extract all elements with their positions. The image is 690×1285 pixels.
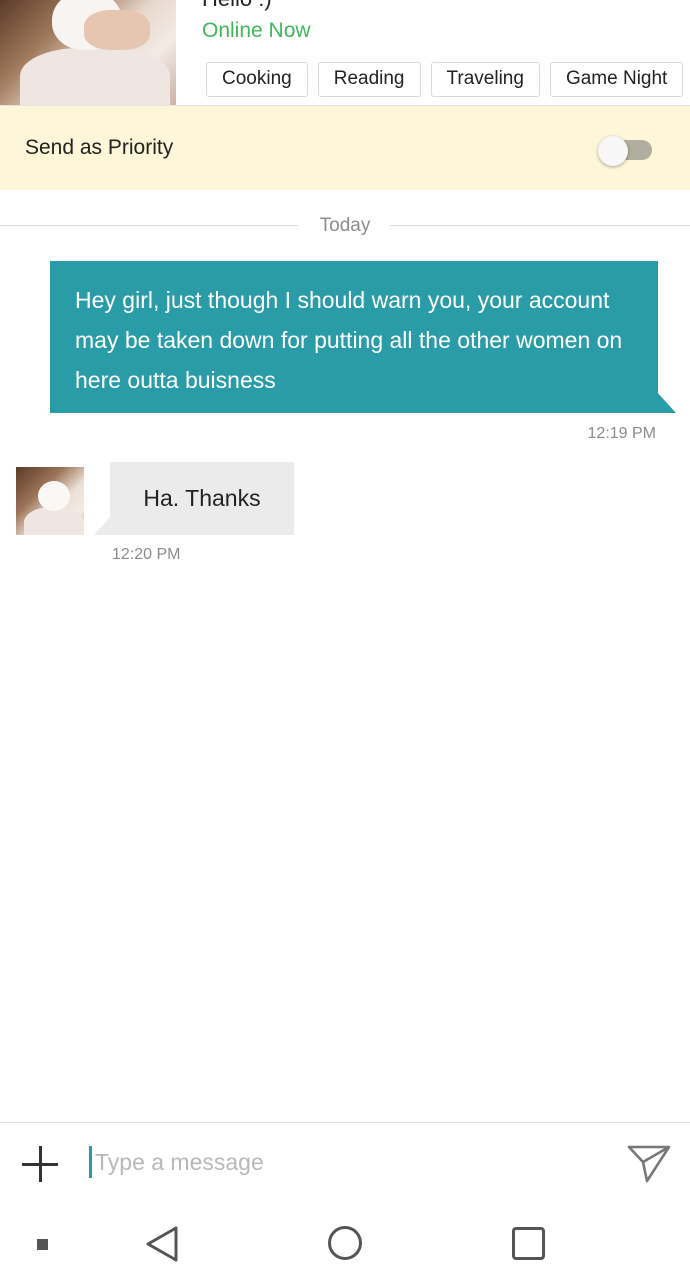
avatar[interactable] [16, 467, 84, 535]
divider-line-right [390, 225, 690, 226]
online-status: Online Now [202, 19, 311, 42]
interest-tags: Cooking Reading Traveling Game Night [206, 62, 684, 97]
message-timestamp: 12:20 PM [112, 546, 181, 563]
priority-toggle[interactable] [598, 136, 654, 166]
interest-tag: Traveling [430, 62, 540, 97]
date-divider: Today [319, 215, 371, 236]
plus-icon[interactable] [22, 1146, 58, 1182]
home-icon[interactable] [328, 1226, 362, 1260]
toggle-knob [598, 136, 628, 166]
square-dot-icon[interactable] [37, 1239, 48, 1250]
divider-line-left [0, 225, 298, 226]
back-icon[interactable] [144, 1225, 180, 1263]
status-message: Hello :) [202, 0, 272, 12]
chat-screen: Hello :) Online Now Cooking Reading Trav… [0, 0, 690, 1285]
text-cursor [89, 1146, 92, 1178]
interest-tag: Game Night [549, 62, 684, 97]
profile-photo[interactable] [0, 0, 176, 105]
priority-label: Send as Priority [25, 136, 174, 159]
priority-bar: Send as Priority [0, 106, 690, 190]
message-input[interactable] [95, 1144, 595, 1180]
interest-tag: Cooking [206, 62, 308, 97]
send-icon[interactable] [626, 1141, 672, 1185]
recent-apps-icon[interactable] [512, 1227, 545, 1260]
profile-header: Hello :) Online Now Cooking Reading Trav… [0, 0, 690, 106]
incoming-message-bubble[interactable]: Ha. Thanks [110, 462, 294, 535]
outgoing-message-bubble[interactable]: Hey girl, just though I should warn you,… [50, 261, 658, 413]
message-timestamp: 12:19 PM [587, 425, 656, 442]
interest-tag: Reading [317, 62, 421, 97]
bubble-tail [656, 391, 676, 413]
